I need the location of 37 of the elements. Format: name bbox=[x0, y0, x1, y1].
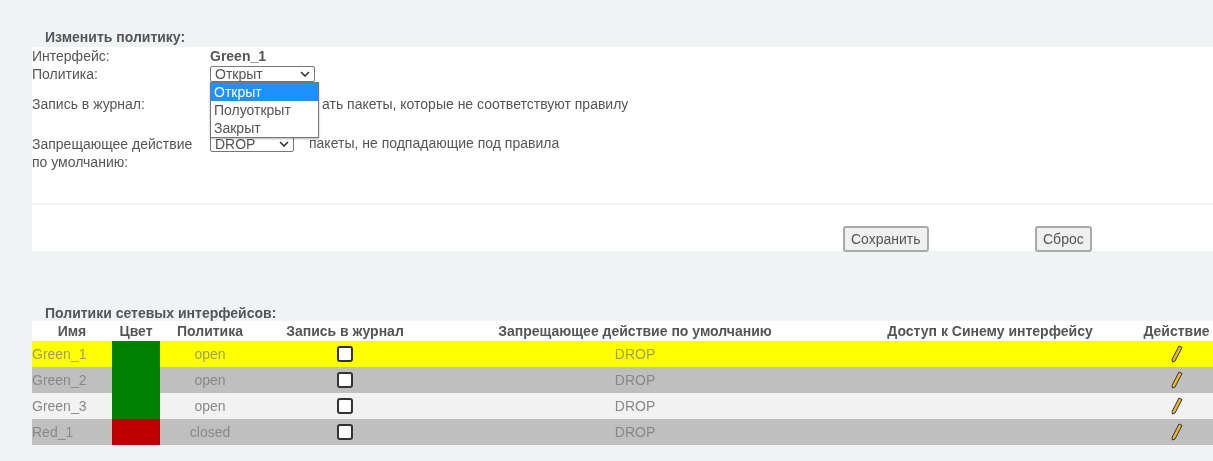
form-button[interactable]: Сохранить bbox=[843, 226, 929, 252]
table-cell-text: Green_3 bbox=[32, 397, 88, 416]
pencil-icon[interactable] bbox=[1170, 345, 1183, 363]
field-description: пакеты, не подпадающие под правила bbox=[309, 135, 560, 151]
field-description: ать пакеты, которые не соответствуют правилу bbox=[322, 96, 629, 112]
checkbox[interactable] bbox=[337, 424, 353, 440]
form-button[interactable]: Сброс bbox=[1035, 226, 1092, 252]
column-header: Запрещающее действие по умолчанию bbox=[497, 323, 773, 339]
interface-name: Green_1 bbox=[210, 48, 267, 64]
column-header: Имя bbox=[56, 323, 88, 339]
checkbox[interactable] bbox=[337, 398, 353, 414]
pencil-icon[interactable] bbox=[1170, 423, 1183, 441]
section-title: Политики сетевых интерфейсов: bbox=[45, 305, 277, 321]
column-header: Доступ к Синему интерфейсу bbox=[886, 323, 1094, 339]
dropdown-option[interactable]: Полуоткрыт bbox=[211, 101, 318, 119]
column-header: Действие bbox=[1142, 323, 1211, 339]
policy-select[interactable]: Открыт bbox=[210, 66, 315, 82]
caret-icon bbox=[300, 71, 310, 77]
column-header: Запись в журнал bbox=[285, 323, 405, 339]
field-label: Интерфейс: bbox=[32, 48, 111, 64]
field-label: Политика: bbox=[32, 66, 99, 82]
checkbox[interactable] bbox=[337, 372, 353, 388]
column-header: Политика bbox=[176, 323, 244, 339]
table-cell-text: open bbox=[193, 345, 227, 364]
table-cell-text: DROP bbox=[613, 397, 657, 416]
table-cell-text: DROP bbox=[613, 345, 657, 364]
table-cell-text: open bbox=[193, 397, 227, 416]
caret-icon bbox=[279, 141, 289, 147]
section-title: Изменить политику: bbox=[45, 29, 186, 45]
field-label: Запись в журнал: bbox=[32, 96, 146, 112]
field-label: Запрещающее действие по умолчанию: bbox=[32, 135, 194, 171]
pencil-icon[interactable] bbox=[1170, 397, 1183, 415]
checkbox[interactable] bbox=[337, 346, 353, 362]
column-header: Цвет bbox=[118, 323, 154, 339]
table-cell-text: Green_1 bbox=[32, 345, 88, 364]
pencil-icon[interactable] bbox=[1170, 371, 1183, 389]
dropdown-option[interactable]: Закрыт bbox=[211, 119, 318, 137]
